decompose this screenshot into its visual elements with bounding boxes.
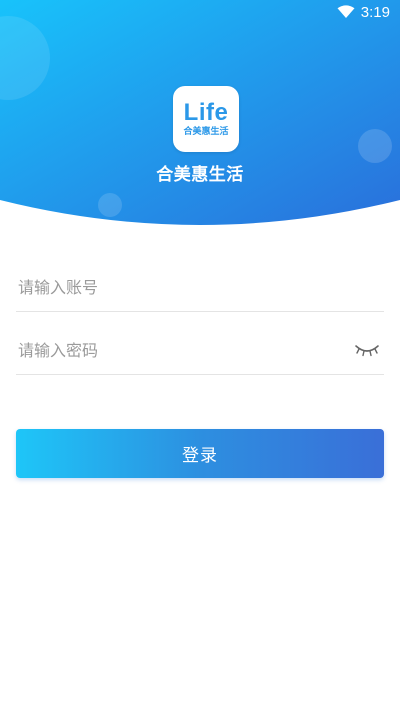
eye-closed-icon[interactable] [354,341,380,359]
logo-subtitle: 合美惠生活 [183,126,229,137]
status-time: 3:19 [360,3,390,21]
login-button[interactable]: 登录 [16,429,384,478]
password-input[interactable] [16,340,338,360]
wifi-icon [337,5,355,18]
app-name: 合美惠生活 [156,165,244,185]
decor-bubble [98,193,122,217]
account-field [16,263,384,312]
app-logo: Life 合美惠生活 [173,86,239,152]
logo-word: Life [183,98,229,126]
password-field [16,326,384,375]
decor-bubble [358,129,392,163]
account-input[interactable] [16,277,338,297]
status-bar: 3:19 [0,0,400,24]
